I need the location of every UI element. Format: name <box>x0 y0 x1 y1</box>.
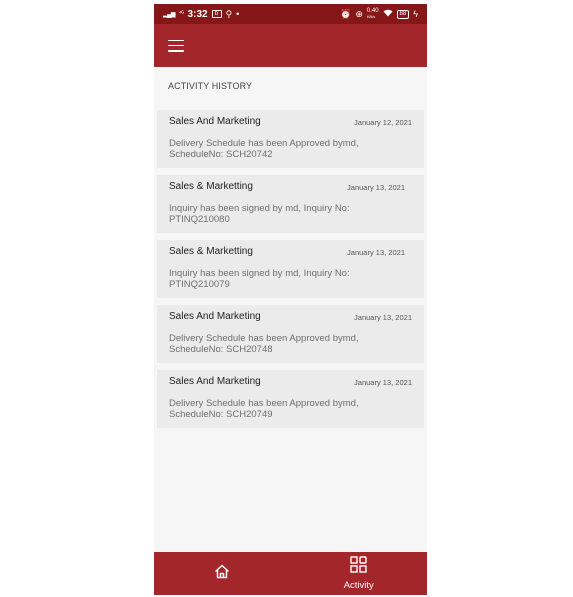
signal-icon: ▂▄▆ <box>163 11 175 18</box>
status-time: 3:32 <box>187 8 208 20</box>
activity-description: Delivery Schedule has been Approved bymd… <box>169 398 384 420</box>
wifi-icon <box>383 9 393 19</box>
activity-description-line: Delivery Schedule has been Approved bymd… <box>169 398 359 409</box>
home-icon <box>214 564 230 584</box>
activity-description-line: PTINQ210080 <box>169 214 230 225</box>
activity-item[interactable]: Sales & Marketting January 13, 2021 Inqu… <box>157 175 424 233</box>
status-bar: ▂▄▆ ⁴ᴳ 3:32 b ⚲ • ⏰ ⊕ 0.40 KB/s 88 ϟ <box>154 4 427 24</box>
activity-description-line: Delivery Schedule has been Approved bymd… <box>169 138 359 149</box>
usb-icon: ⚲ <box>225 8 233 19</box>
activity-item[interactable]: Sales And Marketing January 13, 2021 Del… <box>157 305 424 363</box>
activity-date: January 13, 2021 <box>354 313 412 322</box>
nav-home-button[interactable] <box>154 552 291 595</box>
status-bar-left: ▂▄▆ ⁴ᴳ 3:32 b ⚲ • <box>163 9 239 20</box>
activity-description-line: ScheduleNo: SCH20742 <box>169 149 273 160</box>
nav-activity-button[interactable]: Activity <box>291 552 428 595</box>
activity-item[interactable]: Sales And Marketing January 12, 2021 Del… <box>157 110 424 168</box>
activity-description: Inquiry has been signed by md, Inquiry N… <box>169 268 384 290</box>
activity-item[interactable]: Sales And Marketing January 13, 2021 Del… <box>157 370 424 428</box>
network-speed: 0.40 KB/s <box>367 8 379 20</box>
network-speed-unit: KB/s <box>366 14 376 19</box>
activity-description-line: Inquiry has been signed by md, Inquiry N… <box>169 203 350 214</box>
activity-date: January 12, 2021 <box>354 118 412 127</box>
activity-description: Delivery Schedule has been Approved bymd… <box>169 138 384 160</box>
activity-description-line: PTINQ210079 <box>169 279 230 290</box>
app-notification-icon: b <box>211 10 222 18</box>
phone-screen: ▂▄▆ ⁴ᴳ 3:32 b ⚲ • ⏰ ⊕ 0.40 KB/s 88 ϟ ACT… <box>154 4 427 595</box>
activity-description-line: Delivery Schedule has been Approved bymd… <box>169 333 359 344</box>
activity-date: January 13, 2021 <box>347 248 405 257</box>
alarm-icon: ⏰ <box>340 8 352 19</box>
activity-item[interactable]: Sales & Marketting January 13, 2021 Inqu… <box>157 240 424 298</box>
status-bar-right: ⏰ ⊕ 0.40 KB/s 88 ϟ <box>340 8 418 20</box>
bottom-navigation: Activity <box>154 552 427 595</box>
charging-icon: ϟ <box>413 9 418 19</box>
nav-activity-label: Activity <box>343 580 374 591</box>
network-type-label: ⁴ᴳ <box>178 11 184 17</box>
activity-description-line: Inquiry has been signed by md, Inquiry N… <box>169 268 350 279</box>
activity-description: Inquiry has been signed by md, Inquiry N… <box>169 203 384 225</box>
activity-description-line: ScheduleNo: SCH20749 <box>169 409 273 420</box>
battery-icon: 88 <box>396 9 410 19</box>
page-title: ACTIVITY HISTORY <box>168 81 253 91</box>
activity-list: Sales And Marketing January 12, 2021 Del… <box>157 110 424 435</box>
data-saver-icon: ⊕ <box>355 8 363 19</box>
menu-icon[interactable] <box>168 39 184 52</box>
activity-description-line: ScheduleNo: SCH20748 <box>169 344 273 355</box>
grid-icon <box>350 556 367 578</box>
app-bar <box>154 24 427 67</box>
activity-date: January 13, 2021 <box>354 378 412 387</box>
notification-dot: • <box>236 9 240 19</box>
activity-description: Delivery Schedule has been Approved bymd… <box>169 333 384 355</box>
activity-date: January 13, 2021 <box>347 183 405 192</box>
